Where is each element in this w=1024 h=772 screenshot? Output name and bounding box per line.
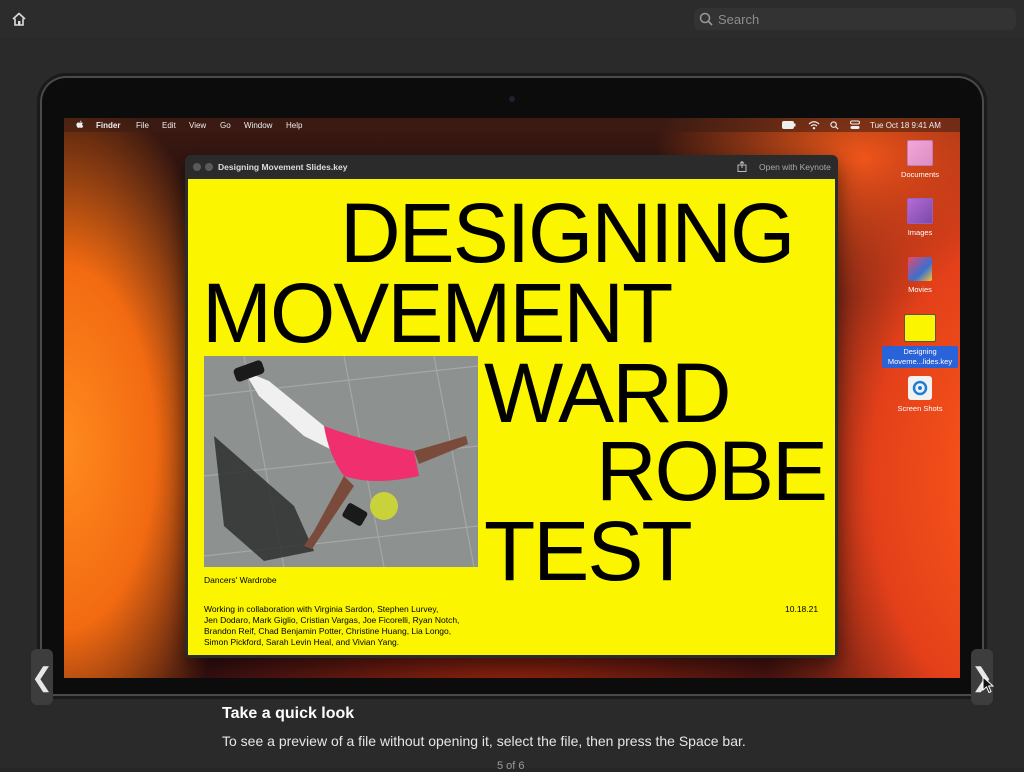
- slide-credits-line2: Jen Dodaro, Mark Giglio, Cristian Vargas…: [204, 615, 460, 625]
- search-icon[interactable]: [830, 121, 839, 130]
- images-folder-icon: [907, 198, 933, 224]
- documents-folder-icon: [907, 140, 933, 166]
- page-indicator: 5 of 6: [497, 760, 525, 772]
- previous-button[interactable]: ❮: [31, 649, 53, 705]
- mouse-pointer-icon: [982, 676, 994, 694]
- desktop-icon-label: Designing Moveme...lides.key: [882, 346, 958, 368]
- search-field[interactable]: [694, 8, 1016, 30]
- keynote-file-thumbnail: [904, 314, 936, 342]
- search-input[interactable]: [718, 8, 1008, 30]
- slide-heading-line3: WARD: [484, 346, 732, 440]
- quicklook-titlebar: Designing Movement Slides.key Open with …: [185, 155, 838, 179]
- desktop-icon-label: Documents: [901, 170, 939, 179]
- apple-icon: [76, 120, 84, 128]
- chevron-left-icon: ❮: [31, 661, 53, 692]
- battery-icon: [782, 121, 796, 129]
- quicklook-window: Designing Movement Slides.key Open with …: [185, 155, 838, 658]
- search-icon: [699, 12, 713, 26]
- menu-window[interactable]: Window: [244, 121, 272, 130]
- slide-heading-line2: MOVEMENT: [202, 266, 673, 360]
- laptop-screen: Finder File Edit View Go Window Help Tue…: [64, 118, 960, 678]
- slide-heading-line4: ROBE: [596, 424, 828, 518]
- close-window-button[interactable]: [193, 163, 201, 171]
- menu-view[interactable]: View: [189, 121, 206, 130]
- top-toolbar: [0, 0, 1024, 38]
- menu-finder[interactable]: Finder: [96, 121, 120, 130]
- control-center-icon[interactable]: [850, 120, 860, 130]
- menu-datetime[interactable]: Tue Oct 18 9:41 AM: [870, 121, 941, 130]
- tip-description: To see a preview of a file without openi…: [222, 733, 746, 749]
- dancer-photo: [204, 356, 478, 567]
- menu-file[interactable]: File: [136, 121, 149, 130]
- slide-heading-line5: TEST: [484, 504, 693, 598]
- fullscreen-window-button[interactable]: [205, 163, 213, 171]
- slide-credits-line4: Simon Pickford, Sarah Levin Heal, and Vi…: [204, 637, 400, 647]
- open-with-keynote-button[interactable]: Open with Keynote: [759, 162, 831, 172]
- share-icon[interactable]: [737, 161, 747, 172]
- desktop-icon-documents[interactable]: Documents: [885, 140, 955, 179]
- menu-go[interactable]: Go: [220, 121, 231, 130]
- slide-heading-line1: DESIGNING: [340, 186, 795, 280]
- movies-folder-icon: [908, 257, 932, 281]
- desktop-icon-label: Images: [907, 228, 933, 237]
- menu-bar: Finder File Edit View Go Window Help Tue…: [64, 118, 960, 132]
- desktop-icon-movies[interactable]: Movies: [885, 257, 955, 294]
- slide-photo-caption: Dancers' Wardrobe: [204, 575, 277, 585]
- slide-credits-line3: Brandon Reif, Chad Benjamin Potter, Chri…: [204, 626, 452, 636]
- menu-help[interactable]: Help: [286, 121, 302, 130]
- home-icon: [12, 12, 26, 26]
- camera-dot: [509, 96, 515, 102]
- desktop-icon-label: Screen Shots: [897, 404, 943, 413]
- screenshots-folder-icon: [908, 376, 932, 400]
- desktop-icon-keynote-file[interactable]: Designing Moveme...lides.key: [880, 314, 960, 368]
- wifi-icon: [808, 121, 820, 130]
- desktop-icon-screenshots[interactable]: Screen Shots: [885, 376, 955, 413]
- quicklook-title: Designing Movement Slides.key: [218, 162, 348, 172]
- menu-edit[interactable]: Edit: [162, 121, 176, 130]
- slide-preview: DESIGNING MOVEMENT WARD ROBE TEST Dancer…: [188, 179, 835, 655]
- slide-credits-line1: Working in collaboration with Virginia S…: [204, 604, 439, 614]
- tip-title: Take a quick look: [222, 705, 355, 722]
- slide-date: 10.18.21: [785, 604, 819, 614]
- home-button[interactable]: [9, 9, 29, 29]
- desktop-icon-label: Movies: [908, 285, 932, 294]
- desktop-icon-images[interactable]: Images: [885, 198, 955, 237]
